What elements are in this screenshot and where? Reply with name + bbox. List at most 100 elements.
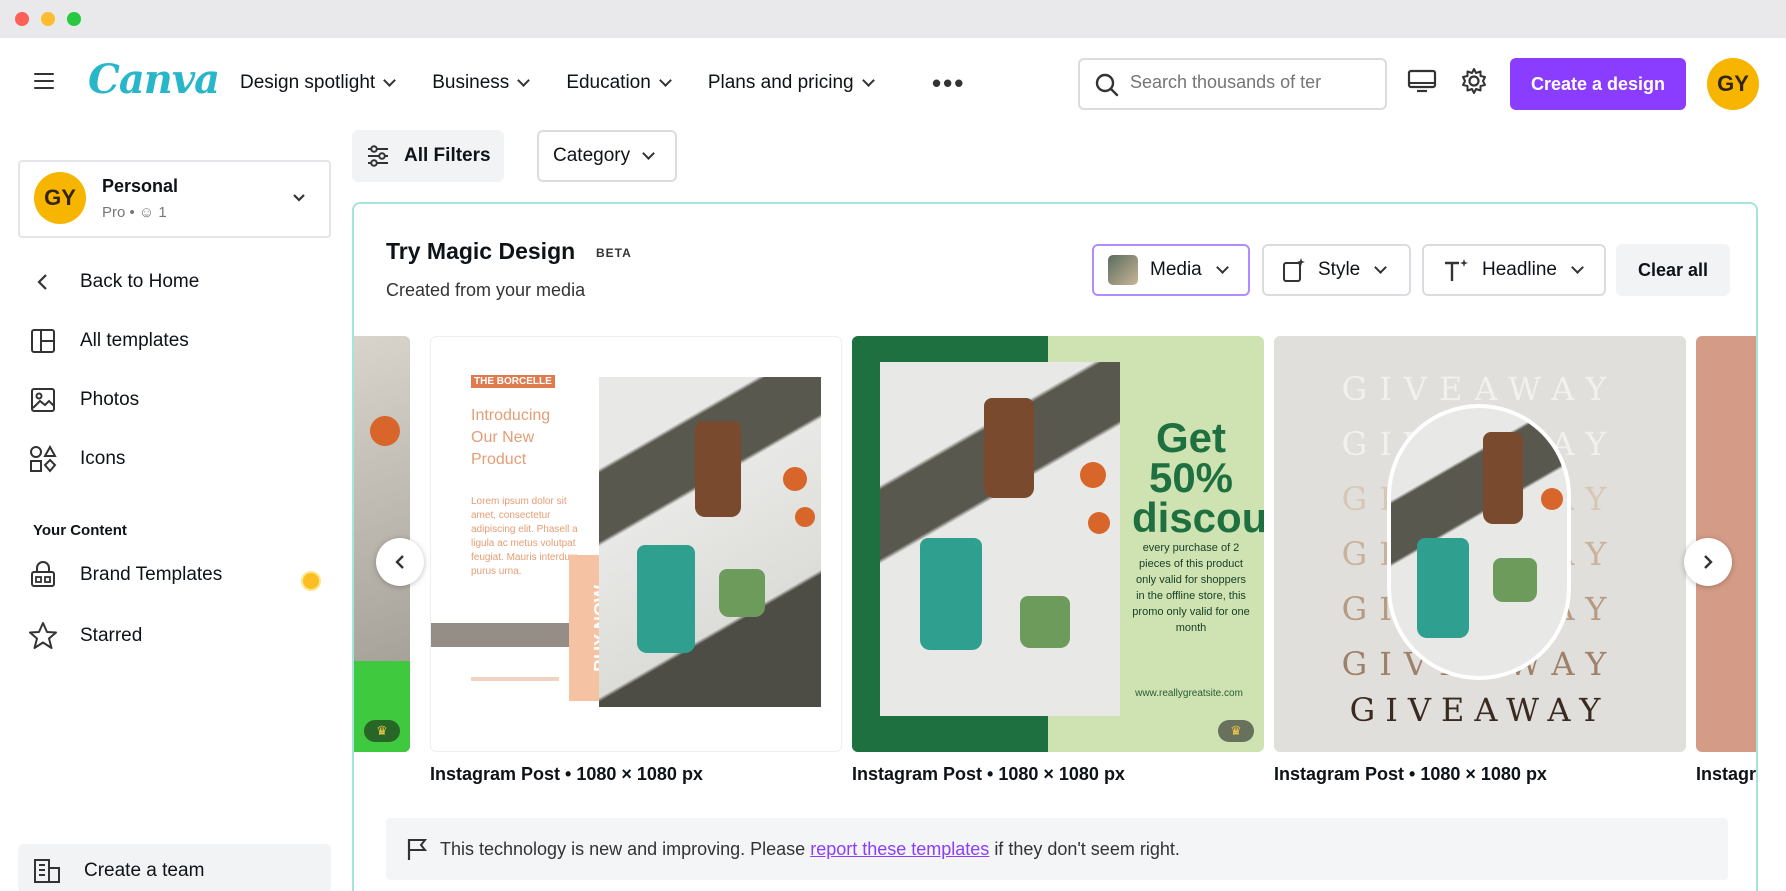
notice-text-end: if they don't seem right. [994, 838, 1180, 859]
template-card-borcelle[interactable]: THE BORCELLE Introducing Our New Product… [430, 336, 842, 752]
sidebar-item-label: Brand Templates [80, 564, 223, 585]
card-label: Instagram Post • 1080 × 1080 px [852, 764, 1125, 784]
template-card-discount[interactable]: Get 50% discount every purchase of 2 pie… [852, 336, 1264, 752]
sidebar-item-label: Icons [80, 448, 126, 469]
magic-design-panel: Try Magic Design BETA Created from your … [352, 202, 1758, 891]
nav-label: Design spotlight [240, 72, 376, 93]
beta-badge: BETA [596, 246, 632, 260]
nav-label: Plans and pricing [707, 72, 854, 93]
chevron-down-icon [383, 73, 397, 87]
card-label: Instagr [1696, 764, 1757, 784]
chip-label: Style [1318, 259, 1361, 280]
team-switcher[interactable]: GY Personal Pro • ☺ 1 [18, 160, 331, 238]
chevron-left-icon [395, 555, 404, 569]
nav-education[interactable]: Education [566, 72, 672, 94]
nav-business[interactable]: Business [432, 72, 531, 94]
minimize-window-button[interactable] [41, 12, 55, 26]
back-icon [28, 267, 58, 297]
sidebar-item-brand-templates[interactable]: Brand Templates [28, 560, 222, 590]
template-card-giveaway[interactable]: GIVEAWAY GIVEAWAY GIVEAWAY GIVEAWAY GIVE… [1274, 336, 1686, 752]
chevron-down-icon [1571, 260, 1584, 274]
shapes-icon [28, 444, 58, 474]
top-header: Canva Design spotlight Business Educatio… [0, 38, 1786, 130]
clear-all-button[interactable]: Clear all [1616, 244, 1730, 296]
create-design-button[interactable]: Create a design [1510, 58, 1686, 110]
chevron-right-icon [1704, 555, 1713, 569]
window-titlebar [0, 0, 1786, 38]
photos-icon [28, 385, 58, 415]
sidebar: GY Personal Pro • ☺ 1 Back to Home All t… [0, 130, 345, 891]
create-team-button[interactable]: Create a team [18, 844, 331, 891]
more-options-icon[interactable]: ••• [932, 68, 965, 99]
user-avatar[interactable]: GY [1707, 58, 1759, 110]
create-team-row: Create a team [32, 856, 204, 886]
all-filters-button[interactable]: All Filters [352, 130, 504, 182]
premium-crown-icon: ♛ [1218, 720, 1254, 742]
close-window-button[interactable] [15, 12, 29, 26]
sidebar-item-label: Photos [80, 389, 140, 410]
hamburger-icon[interactable] [34, 73, 54, 89]
sidebar-item-all-templates[interactable]: All templates [28, 326, 189, 356]
sidebar-item-label: All templates [80, 330, 189, 351]
premium-crown-icon: ♛ [364, 720, 400, 742]
notice-text: This technology is new and improving. Pl… [440, 838, 806, 859]
chevron-down-icon [517, 73, 531, 87]
create-team-label: Create a team [84, 860, 205, 881]
card-body: Lorem ipsum dolor sit amet, consectetur … [471, 496, 579, 577]
chip-label: Media [1150, 259, 1202, 280]
card-brand: THE BORCELLE [471, 375, 555, 388]
logo-text: Canva [88, 56, 220, 103]
chevron-down-icon [293, 194, 305, 202]
sidebar-item-photos[interactable]: Photos [28, 385, 139, 415]
search-input[interactable] [1130, 72, 1375, 93]
nav-label: Business [432, 72, 510, 93]
headline-filter-chip[interactable]: Headline [1422, 244, 1606, 296]
template-carousel: ♛ THE BORCELLE Introducing Our New Produ… [354, 336, 1756, 784]
chevron-down-icon [1374, 260, 1388, 274]
team-plan: Pro • ☺ 1 [102, 204, 167, 221]
sidebar-item-label: Starred [80, 625, 143, 646]
carousel-prev-button[interactable] [376, 538, 424, 586]
flag-icon [407, 839, 428, 860]
nav-plans-pricing[interactable]: Plans and pricing [707, 72, 875, 94]
category-dropdown[interactable]: Category [537, 130, 677, 182]
chip-label: Headline [1482, 259, 1557, 280]
chevron-down-icon [658, 73, 672, 87]
card-body: every purchase of 2 pieces of this produ… [1132, 542, 1250, 634]
chevron-down-icon [861, 73, 875, 87]
pro-badge-icon [301, 571, 321, 591]
media-filter-chip[interactable]: Media [1092, 244, 1250, 296]
main-nav: Design spotlight Business Education Plan… [240, 72, 911, 94]
magic-subtitle: Created from your media [386, 280, 586, 300]
search-icon [1095, 73, 1119, 97]
magic-title: Try Magic Design [386, 238, 576, 264]
star-icon [28, 621, 58, 651]
text-style-icon [1445, 259, 1468, 281]
card-url: www.reallygreatsite.com [1135, 688, 1243, 699]
giveaway-title: GIVEAWAY [1349, 691, 1611, 729]
style-filter-chip[interactable]: Style [1262, 244, 1411, 296]
sidebar-item-back-home[interactable]: Back to Home [28, 267, 199, 297]
monitor-icon[interactable] [1407, 68, 1437, 94]
feedback-notice: This technology is new and improving. Pl… [386, 818, 1728, 880]
search-box[interactable] [1078, 58, 1387, 110]
team-avatar: GY [34, 172, 86, 224]
sidebar-item-label: Back to Home [80, 271, 200, 292]
nav-design-spotlight[interactable]: Design spotlight [240, 72, 397, 94]
maximize-window-button[interactable] [67, 12, 81, 26]
all-filters-label: All Filters [404, 145, 491, 166]
sidebar-item-starred[interactable]: Starred [28, 621, 142, 651]
filter-icon [368, 145, 388, 167]
magic-style-icon [1283, 258, 1305, 282]
report-templates-link[interactable]: report these templates [810, 839, 989, 860]
team-icon [32, 856, 62, 886]
nav-label: Education [566, 72, 651, 93]
sidebar-item-icons[interactable]: Icons [28, 444, 125, 474]
category-label: Category [553, 145, 631, 166]
canva-logo[interactable]: Canva [88, 56, 220, 103]
card-heading: Get 50% discount [1132, 414, 1264, 541]
card-label: Instagram Post • 1080 × 1080 px [430, 764, 703, 784]
gear-icon[interactable] [1459, 66, 1489, 96]
carousel-next-button[interactable] [1684, 538, 1732, 586]
card-heading: Introducing Our New Product [471, 407, 551, 468]
